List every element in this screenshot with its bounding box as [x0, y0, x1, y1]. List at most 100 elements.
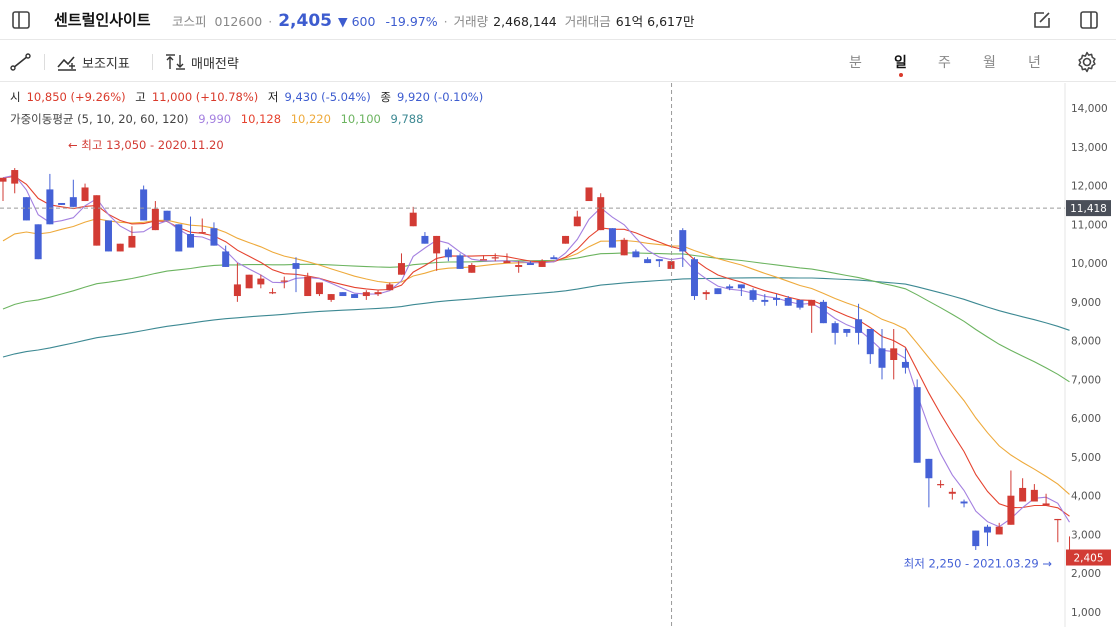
price-change: ▼ 600	[338, 14, 376, 29]
y-tick-label: 1,000	[1071, 607, 1101, 619]
candle-body	[81, 187, 89, 202]
period-week[interactable]: 주	[938, 52, 951, 72]
candle	[128, 226, 136, 248]
candle-body	[386, 284, 394, 291]
low-annotation: 최저 2,250 - 2021.03.29 →	[904, 557, 1053, 571]
candle	[948, 487, 956, 500]
candle-body	[480, 259, 488, 261]
candle-body	[948, 491, 956, 494]
candle	[22, 197, 30, 221]
strategy-button[interactable]: 매매전략	[164, 52, 239, 72]
candle	[116, 243, 124, 252]
candle-body	[1042, 503, 1050, 506]
candlestick-chart[interactable]: 14,000 13,000 12,000 11,000 10,000 9,000 8,000…	[0, 83, 1116, 627]
period-month[interactable]: 월	[983, 52, 996, 72]
candle-body	[597, 197, 605, 231]
candle-body	[913, 387, 921, 463]
candle	[1007, 470, 1015, 525]
candle	[11, 168, 19, 194]
candle	[608, 228, 616, 248]
candle-body	[1019, 487, 1027, 502]
candle	[890, 328, 898, 380]
candle-body	[1007, 495, 1015, 525]
candle-body	[538, 261, 546, 267]
gear-icon[interactable]	[1076, 51, 1098, 73]
candle	[819, 299, 827, 324]
candle	[796, 299, 804, 310]
top-bar: 센트럴인사이트 코스피 012600 · 2,405 ▼ 600 -19.97%…	[0, 0, 1116, 40]
candle	[913, 379, 921, 463]
candle-body	[104, 220, 112, 252]
candle-body	[269, 292, 277, 294]
candle	[491, 253, 499, 262]
candle-body	[796, 299, 804, 308]
candle	[925, 458, 933, 508]
candle-body	[280, 280, 288, 282]
period-minute[interactable]: 분	[849, 52, 862, 72]
candle	[245, 274, 253, 289]
market-label: 코스피	[172, 14, 207, 29]
candle-body	[878, 348, 886, 368]
candle	[585, 187, 593, 202]
candle	[468, 263, 476, 273]
candle	[421, 232, 429, 244]
candle-body	[69, 197, 77, 207]
candle	[937, 480, 945, 488]
y-tick-label: 2,000	[1071, 568, 1101, 580]
candle	[409, 206, 417, 227]
period-year[interactable]: 년	[1028, 52, 1041, 72]
candle	[597, 193, 605, 231]
candle-body	[679, 230, 687, 252]
candle-body	[163, 210, 171, 221]
candle-body	[901, 361, 909, 368]
candle-body	[175, 224, 183, 252]
edit-icon[interactable]	[1031, 9, 1053, 31]
indicator-button[interactable]: 보조지표	[56, 52, 130, 72]
candle	[632, 249, 640, 258]
candle-body	[198, 232, 206, 234]
candle	[104, 220, 112, 252]
y-tick-label: 14,000	[1071, 103, 1108, 115]
candle	[34, 224, 42, 260]
candle-body	[468, 265, 476, 273]
candle-body	[503, 261, 511, 264]
candle-body	[983, 526, 991, 533]
candle	[327, 294, 335, 302]
candle	[702, 290, 710, 300]
candle	[140, 185, 148, 221]
candle-body	[409, 212, 417, 227]
last-price-label: 2,405	[1073, 553, 1103, 565]
candle-body	[819, 301, 827, 324]
candle-body	[222, 251, 230, 267]
candle	[397, 253, 405, 275]
candle-body	[526, 263, 534, 266]
candle	[714, 288, 722, 295]
y-tick-label: 11,000	[1071, 219, 1108, 231]
active-period-indicator	[899, 73, 903, 77]
candle-body	[444, 249, 452, 258]
candle	[362, 290, 370, 300]
strategy-label: 매매전략	[191, 56, 239, 72]
ma120-line	[2, 277, 1070, 358]
candle-body	[1054, 518, 1062, 521]
panel-toggle-icon[interactable]	[1078, 9, 1100, 31]
candle	[1030, 484, 1038, 502]
y-tick-label: 12,000	[1071, 181, 1108, 193]
candle	[315, 282, 323, 297]
stock-info: 코스피 012600 · 2,405 ▼ 600 -19.97% · 거래량 2…	[172, 11, 695, 31]
high-annotation: ← 최고 13,050 - 2020.11.20	[68, 138, 224, 152]
candle-body	[972, 530, 980, 547]
amount-label: 거래대금	[564, 14, 611, 29]
candle	[175, 224, 183, 252]
candle	[1019, 478, 1027, 502]
sidebar-toggle-icon[interactable]	[10, 9, 32, 31]
period-day[interactable]: 일	[894, 52, 907, 72]
candle	[550, 255, 558, 260]
chart-toolbar: 보조지표 매매전략 분 일 주 월 년	[0, 41, 1116, 82]
candle	[562, 235, 570, 244]
drawing-tool-button[interactable]	[10, 52, 32, 72]
ma20-line	[2, 218, 1070, 495]
candle-body	[620, 239, 628, 256]
indicator-label: 보조지표	[82, 56, 130, 72]
candle-body	[890, 348, 898, 360]
